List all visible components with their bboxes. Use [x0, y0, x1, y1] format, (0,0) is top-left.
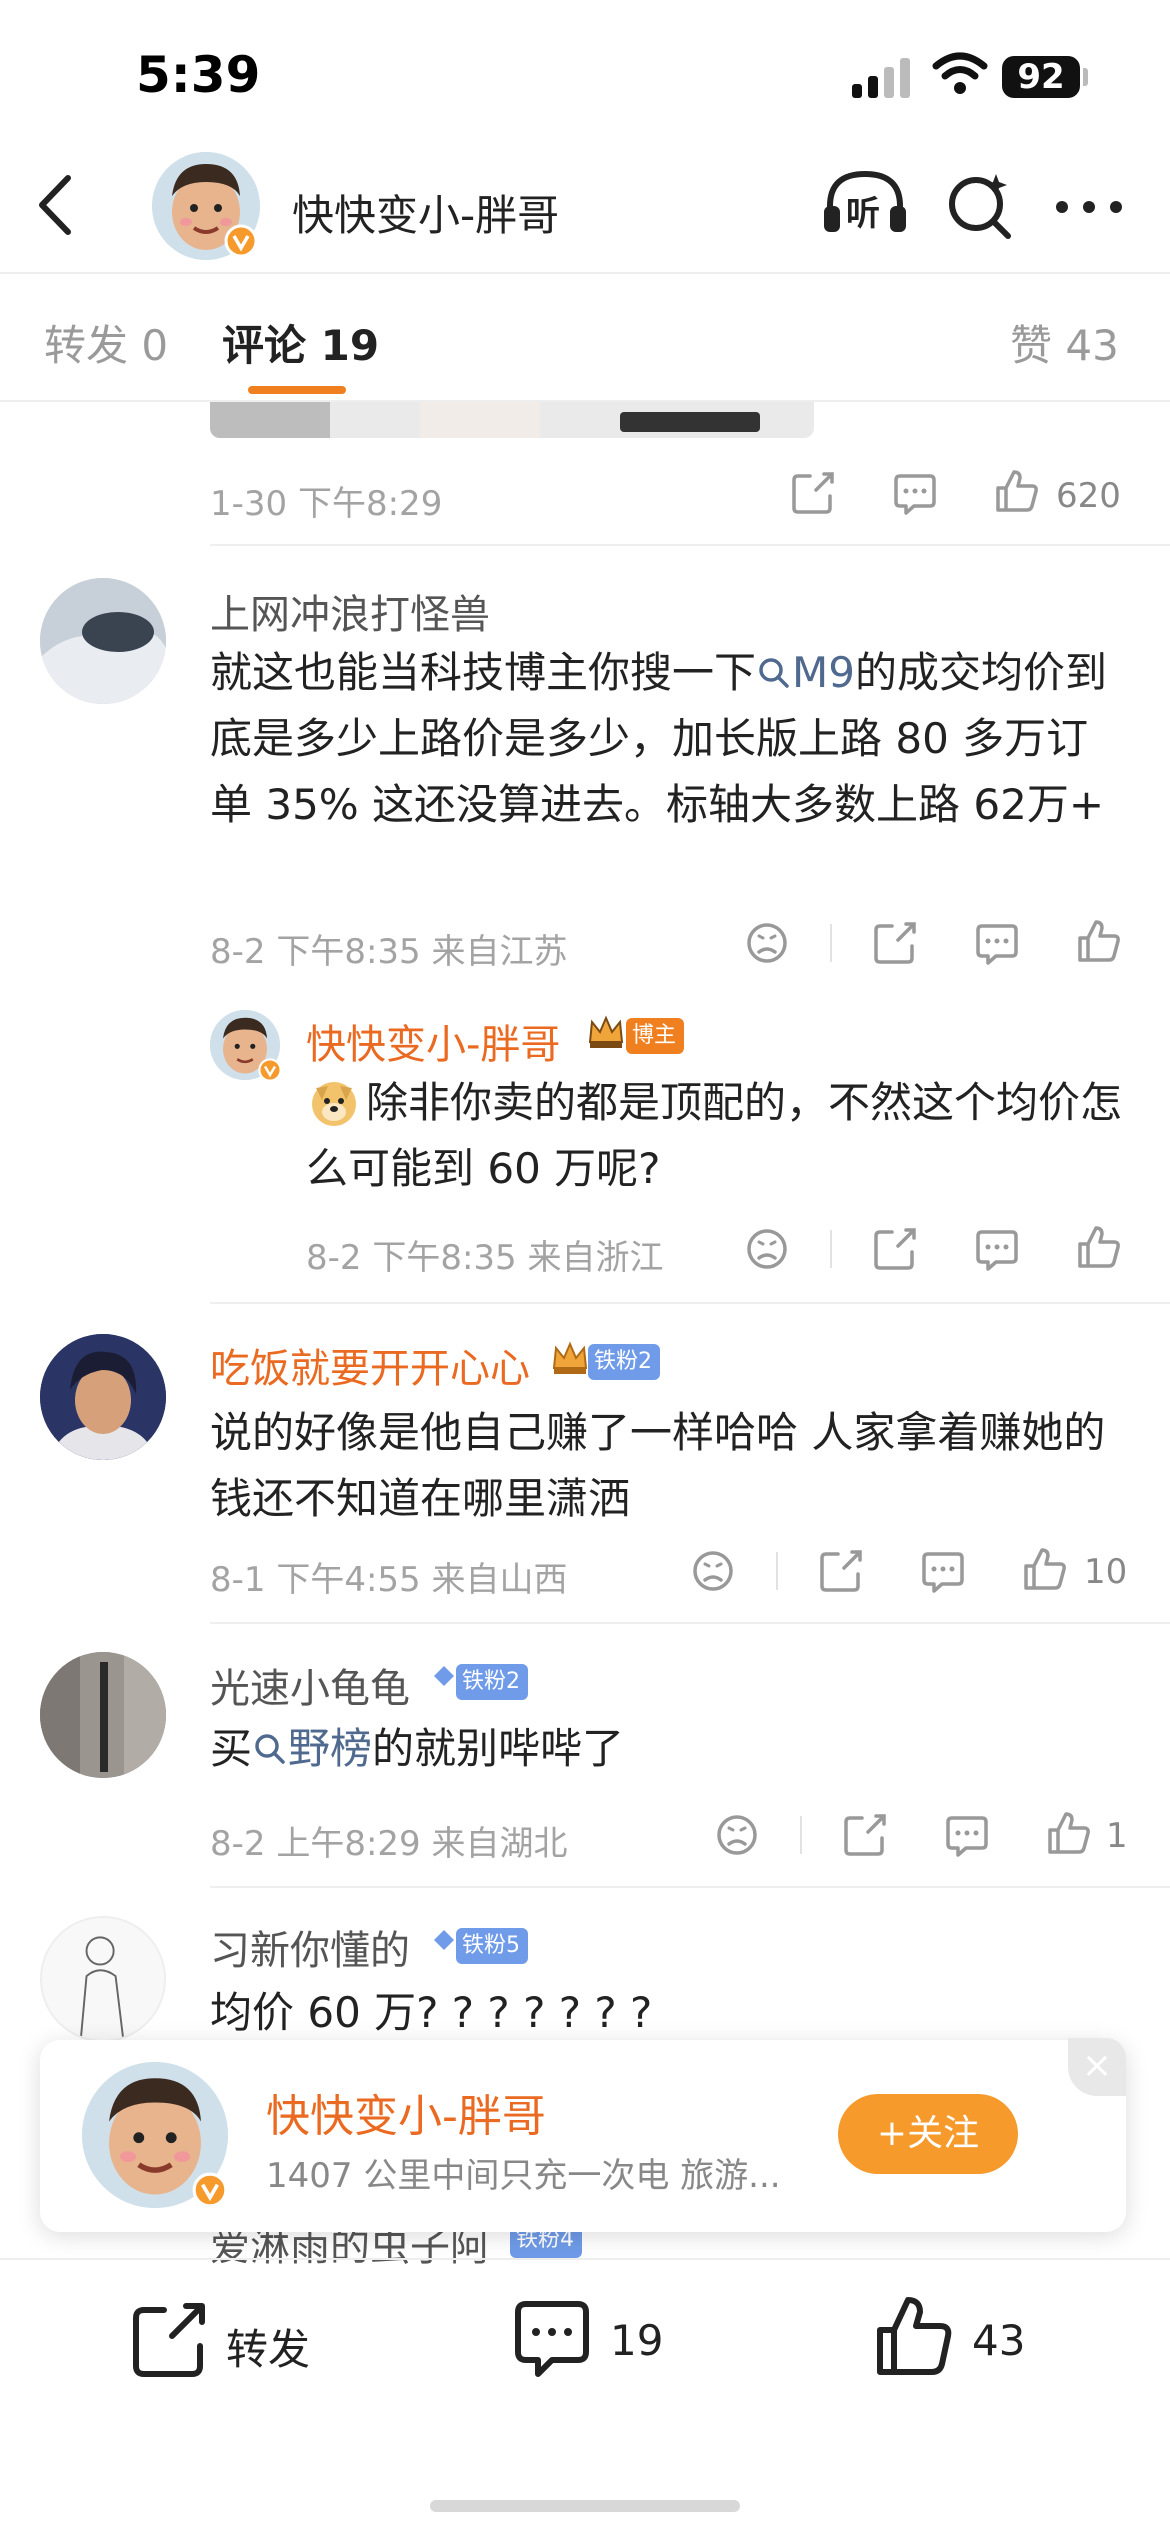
search-sparkle-icon[interactable] — [944, 168, 1016, 240]
comment-divider — [210, 1622, 1170, 1624]
follow-card-subtitle: 1407 公里中间只充一次电 旅游... — [266, 2156, 781, 2196]
post-image-remnant[interactable] — [210, 402, 814, 438]
comment-icon[interactable] — [944, 1814, 990, 1858]
bottom-bar-divider — [0, 2258, 1170, 2260]
like-icon[interactable] — [994, 468, 1040, 514]
dislike-face-icon[interactable] — [746, 922, 788, 964]
repost-icon[interactable] — [130, 2300, 210, 2380]
listen-label: 听 — [846, 194, 880, 234]
home-indicator[interactable] — [430, 2500, 740, 2512]
listen-button[interactable]: 听 — [822, 168, 908, 240]
dislike-face-icon[interactable] — [692, 1550, 734, 1592]
comment-text: 均价 60 万? ? ? ? ? ? ? — [210, 1988, 653, 2037]
commenter-name[interactable]: 习新你懂的 — [210, 1918, 410, 1976]
diamond-icon — [434, 1930, 454, 1950]
share-icon[interactable] — [872, 1226, 918, 1272]
fan-level-badge: 铁粉2 — [456, 1664, 528, 1700]
dislike-face-icon[interactable] — [746, 1228, 788, 1270]
like-icon[interactable] — [1022, 1546, 1068, 1592]
reply-text: 除非你卖的都是顶配的，不然这个均价怎么可能到 60 万呢? — [306, 1078, 1123, 1193]
tab-likes[interactable]: 赞 43 — [1010, 312, 1119, 373]
comment-icon[interactable] — [974, 1228, 1020, 1272]
commenter-name[interactable]: 上网冲浪打怪兽 — [210, 582, 490, 640]
share-icon[interactable] — [790, 470, 836, 516]
search-icon — [255, 1734, 285, 1764]
repost-label[interactable]: 转发 — [226, 2316, 310, 2377]
header-username[interactable]: 快快变小-胖哥 — [292, 182, 559, 243]
commenter-avatar[interactable] — [40, 1334, 166, 1460]
dislike-face-icon[interactable] — [716, 1814, 758, 1856]
comment-meta: 8-1 下午4:55 来自山西 — [210, 1560, 568, 1600]
reply-author-name[interactable]: 快快变小-胖哥 — [306, 1012, 560, 1070]
like-icon[interactable] — [1076, 1224, 1122, 1270]
comment-divider — [210, 1302, 1170, 1304]
battery-indicator: 92 — [1002, 56, 1080, 98]
commenter-name[interactable]: 吃饭就要开开心心 — [210, 1336, 530, 1394]
follow-card-name[interactable]: 快快变小-胖哥 — [266, 2080, 546, 2144]
action-separator — [800, 1816, 802, 1854]
commenter-avatar[interactable] — [40, 578, 166, 704]
search-link[interactable]: M9 — [756, 648, 855, 697]
comment-count[interactable]: 19 — [610, 2316, 663, 2365]
search-link[interactable]: 野榜 — [252, 1724, 372, 1773]
comment-icon[interactable] — [974, 922, 1020, 966]
comment-divider — [210, 544, 1170, 546]
like-icon[interactable] — [1046, 1810, 1092, 1856]
like-count[interactable]: 43 — [972, 2316, 1025, 2365]
comment-like-count: 1 — [1106, 1816, 1128, 1856]
more-options-icon[interactable] — [1055, 200, 1123, 214]
commenter-avatar[interactable] — [40, 1652, 166, 1778]
verified-badge-icon — [224, 224, 258, 258]
share-icon[interactable] — [872, 920, 918, 966]
verified-badge-icon — [192, 2172, 228, 2208]
close-card-button[interactable]: × — [1068, 2038, 1126, 2096]
comment-text: 买野榜的就别哔哔了 — [210, 1724, 625, 1773]
comment-text: 说的好像是他自己赚了一样哈哈 人家拿着赚她的钱还不知道在哪里潇洒 — [210, 1408, 1106, 1523]
post-like-count: 620 — [1056, 476, 1121, 516]
comment-text: 就这也能当科技博主你搜一下 M9的成交均价到底是多少上路价是多少，加长版上路 80… — [210, 648, 1107, 829]
comment-meta: 8-2 下午8:35 来自江苏 — [210, 932, 568, 972]
comment-bubble-icon[interactable] — [512, 2298, 592, 2382]
action-separator — [830, 924, 832, 962]
share-icon[interactable] — [842, 1812, 888, 1858]
battery-tip — [1083, 68, 1088, 86]
back-arrow-icon[interactable] — [30, 170, 80, 240]
comment-like-count: 10 — [1084, 1552, 1128, 1592]
post-timestamp: 1-30 下午8:29 — [210, 484, 443, 524]
verified-badge-icon — [258, 1058, 282, 1082]
commenter-avatar[interactable] — [40, 1916, 166, 2042]
comment-divider — [210, 1886, 1170, 1888]
action-separator — [776, 1552, 778, 1590]
comment-meta: 8-2 上午8:29 来自湖北 — [210, 1824, 568, 1864]
crown-icon — [552, 1341, 588, 1374]
commenter-name[interactable]: 光速小龟龟 — [210, 1656, 410, 1714]
comment-icon[interactable] — [892, 472, 938, 516]
blogger-badge: 博主 — [626, 1018, 685, 1054]
follow-button[interactable]: +关注 — [838, 2094, 1018, 2174]
diamond-icon — [434, 1666, 454, 1686]
share-icon[interactable] — [818, 1548, 864, 1594]
tab-active-indicator — [248, 386, 346, 394]
search-icon — [759, 658, 789, 688]
thumbs-up-icon[interactable] — [874, 2294, 954, 2378]
fan-level-badge: 铁粉2 — [588, 1344, 660, 1380]
header-divider — [0, 272, 1170, 274]
wifi-icon — [932, 52, 988, 94]
reply-meta: 8-2 下午8:35 来自浙江 — [306, 1238, 664, 1278]
like-icon[interactable] — [1076, 918, 1122, 964]
status-time: 5:39 — [136, 46, 261, 104]
comment-icon[interactable] — [920, 1550, 966, 1594]
crown-icon — [588, 1015, 624, 1048]
tab-reposts[interactable]: 转发 0 — [44, 312, 168, 373]
tab-comments[interactable]: 评论 19 — [222, 312, 379, 373]
action-separator — [830, 1230, 832, 1268]
fan-level-badge: 铁粉5 — [456, 1928, 528, 1964]
cellular-signal-icon — [852, 58, 910, 98]
